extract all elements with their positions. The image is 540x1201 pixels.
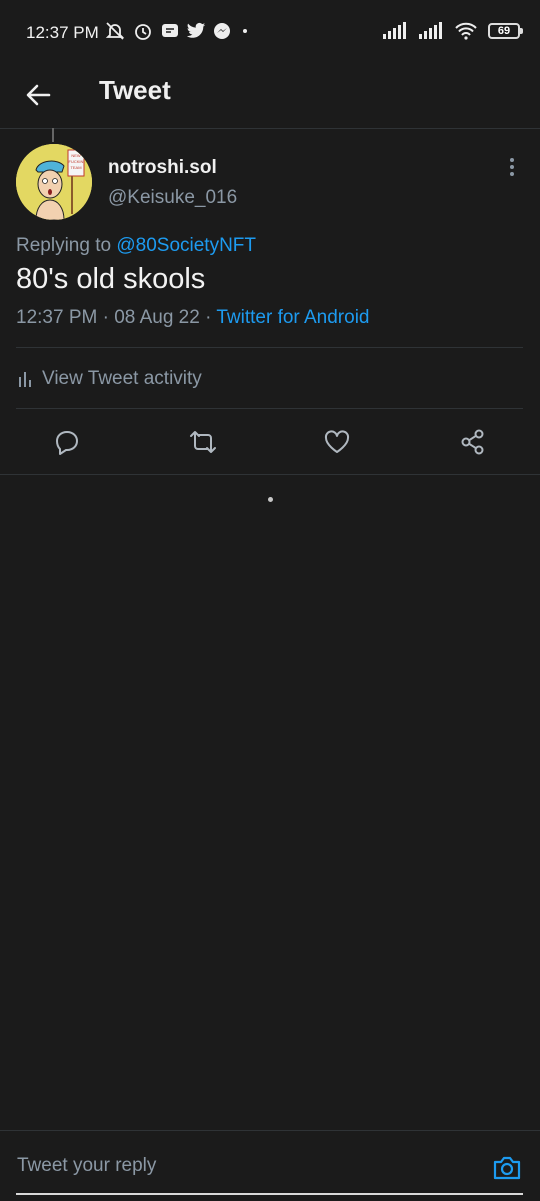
replying-to: Replying to @80SocietyNFT xyxy=(16,235,256,257)
tweet-text: 80's old skools xyxy=(16,263,206,295)
meta-separator: · xyxy=(97,307,115,328)
top-app-bar: Tweet xyxy=(0,66,540,129)
retweet-button[interactable] xyxy=(185,424,221,460)
message-icon xyxy=(162,24,178,37)
user-handle[interactable]: @Keisuke_016 xyxy=(108,187,237,209)
meta-separator: · xyxy=(199,307,217,328)
replying-to-prefix: Replying to xyxy=(16,235,117,256)
tweet-date: 08 Aug 22 xyxy=(114,307,200,328)
like-button[interactable] xyxy=(319,424,355,460)
twitter-icon xyxy=(186,22,206,38)
camera-button[interactable] xyxy=(490,1151,524,1185)
camera-icon xyxy=(493,1156,521,1180)
messenger-icon xyxy=(214,23,230,39)
divider xyxy=(16,408,523,409)
signal-icon xyxy=(419,22,442,39)
reply-button[interactable] xyxy=(49,424,85,460)
svg-text:FUCKIN: FUCKIN xyxy=(69,159,84,164)
heart-icon xyxy=(324,430,350,453)
bar-chart-icon xyxy=(19,372,31,387)
page-title: Tweet xyxy=(99,75,171,105)
activity-label: View Tweet activity xyxy=(42,368,202,389)
share-icon xyxy=(461,429,484,455)
input-underline xyxy=(16,1193,523,1195)
avatar[interactable]: NEW FUCKIN TEAM xyxy=(16,144,92,220)
retweet-icon xyxy=(190,431,216,453)
tweet-time: 12:37 PM xyxy=(16,307,98,328)
divider xyxy=(16,347,523,348)
avatar-image: NEW FUCKIN TEAM xyxy=(16,144,92,220)
mention-link[interactable]: @80SocietyNFT xyxy=(116,235,256,256)
more-vertical-icon xyxy=(510,158,514,176)
muted-bell-icon xyxy=(105,22,125,40)
reply-input[interactable]: Tweet your reply xyxy=(17,1155,156,1177)
svg-text:NEW: NEW xyxy=(71,153,81,158)
dot-icon xyxy=(243,29,247,33)
svg-text:TEAM: TEAM xyxy=(70,165,81,170)
view-tweet-activity-button[interactable]: View Tweet activity xyxy=(16,365,202,393)
status-time: 12:37 PM xyxy=(26,23,99,42)
display-name[interactable]: notroshi.sol xyxy=(108,157,217,179)
reply-composer: Tweet your reply xyxy=(0,1130,540,1201)
loading-indicator xyxy=(268,497,273,502)
status-bar: 12:37 PM 69 xyxy=(0,0,540,66)
wifi-icon xyxy=(455,22,477,40)
arrow-left-icon xyxy=(26,84,51,106)
divider xyxy=(0,474,540,475)
alarm-icon xyxy=(135,24,151,40)
thread-line xyxy=(52,128,54,142)
system-icons: 69 xyxy=(382,22,523,40)
tweet-meta: 12:37 PM · 08 Aug 22 · Twitter for Andro… xyxy=(16,307,369,329)
more-options-button[interactable] xyxy=(500,154,524,182)
battery-indicator: 69 xyxy=(488,23,523,39)
tweet-source-link[interactable]: Twitter for Android xyxy=(216,307,369,328)
back-button[interactable] xyxy=(22,78,56,112)
share-button[interactable] xyxy=(455,424,491,460)
signal-icon xyxy=(383,22,406,39)
comment-icon xyxy=(56,431,78,455)
notification-icons xyxy=(104,20,252,42)
